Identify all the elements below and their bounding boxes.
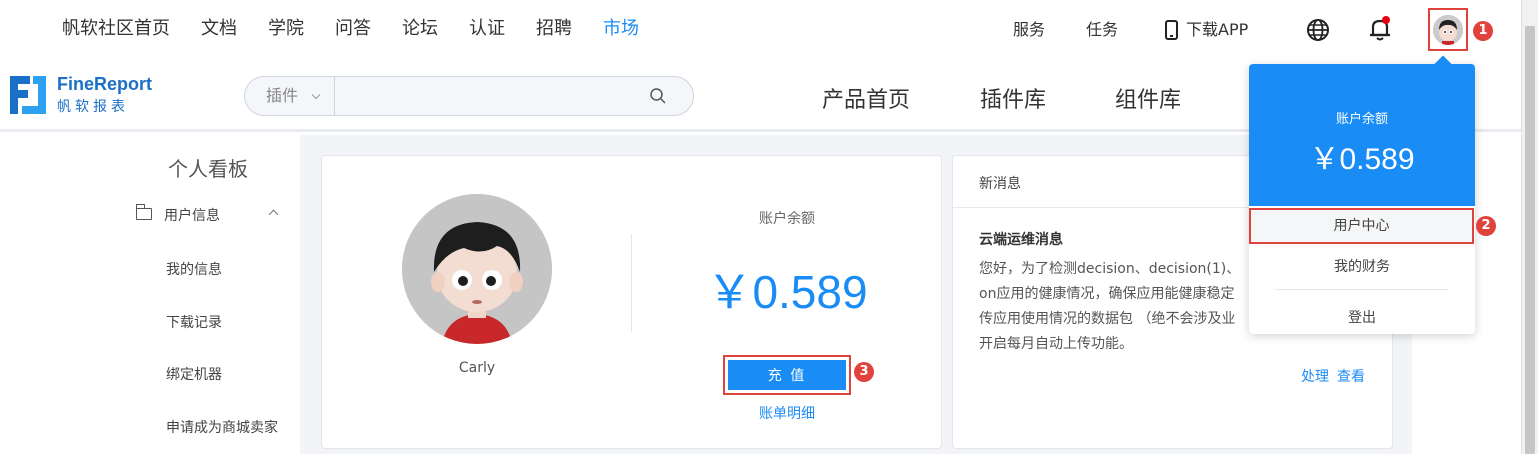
message-title: 云端运维消息 (979, 232, 1063, 248)
recharge-highlight: 充 值 (723, 355, 851, 395)
recharge-button[interactable]: 充 值 (728, 360, 846, 390)
profile-card: Carly 账户余额 ￥0.589 充 值 3 账单明细 (321, 155, 942, 449)
sidebar: 个人看板 用户信息 我的信息 下载记录 绑定机器 申请成为商城卖家 (0, 135, 300, 454)
dropdown-balance-panel: 账户余额 ￥0.589 (1249, 64, 1475, 206)
nav-item-market[interactable]: 市场 (603, 16, 639, 42)
nav-item-services[interactable]: 服务 (1013, 16, 1045, 42)
logo-name-cn: 帆软报表 (57, 99, 129, 115)
dropdown-balance-value: ￥0.589 (1309, 143, 1415, 176)
top-nav-menu: 帆软社区首页 文档 学院 问答 论坛 认证 招聘 市场 (62, 16, 670, 42)
subnav-component-library[interactable]: 组件库 (1115, 82, 1181, 114)
message-line: 开启每月自动上传功能。 (979, 336, 1133, 352)
user-dropdown-menu: 账户余额 ￥0.589 我的财务 登出 (1249, 64, 1475, 334)
top-navigation-bar: 帆软社区首页 文档 学院 问答 论坛 认证 招聘 市场 服务 任务 下载APP (0, 0, 1538, 58)
nav-item-certification[interactable]: 认证 (469, 16, 505, 42)
avatar (1433, 14, 1463, 45)
finereport-logo-icon (10, 76, 46, 114)
nav-item-docs[interactable]: 文档 (201, 16, 237, 42)
sidebar-item-my-info[interactable]: 我的信息 (166, 259, 222, 279)
chevron-up-icon (268, 209, 279, 220)
folder-icon (135, 204, 152, 220)
chevron-down-icon (311, 90, 321, 100)
step-marker-1: 1 (1473, 21, 1493, 41)
nav-item-forum[interactable]: 论坛 (402, 16, 438, 42)
messages-header-title: 新消息 (979, 176, 1021, 192)
sidebar-item-downloads[interactable]: 下载记录 (166, 312, 222, 332)
message-actions: 处理 查看 (1301, 366, 1373, 386)
bill-details-link[interactable]: 账单明细 (632, 403, 942, 423)
search-bar: 插件 (244, 76, 694, 116)
nav-item-qa[interactable]: 问答 (335, 16, 371, 42)
sidebar-group-label: 用户信息 (164, 208, 220, 224)
finereport-logo[interactable]: FineReport 帆软报表 (8, 74, 158, 118)
balance-value: ￥0.589 (706, 266, 868, 318)
view-link[interactable]: 查看 (1337, 369, 1365, 385)
notification-dot (1382, 16, 1390, 24)
nav-item-tasks[interactable]: 任务 (1086, 16, 1118, 42)
download-app-link[interactable]: 下载APP (1186, 16, 1248, 42)
search-category-select[interactable]: 插件 (245, 77, 335, 115)
divider (1275, 289, 1449, 290)
globe-icon[interactable] (1306, 18, 1330, 42)
phone-icon (1165, 20, 1178, 40)
user-avatar-button[interactable] (1428, 8, 1468, 51)
avatar (402, 194, 552, 344)
subnav-product-home[interactable]: 产品首页 (822, 82, 910, 114)
sidebar-group-user-info[interactable]: 用户信息 (135, 204, 286, 225)
step-marker-3: 3 (854, 362, 874, 382)
scrollbar-thumb[interactable] (1525, 26, 1535, 454)
dropdown-balance-label: 账户余额 (1335, 112, 1388, 127)
search-icon[interactable] (649, 87, 667, 105)
bell-icon[interactable] (1368, 16, 1392, 42)
balance-label: 账户余额 (759, 211, 815, 227)
menu-item-my-finance[interactable]: 我的财务 (1249, 256, 1475, 276)
search-input[interactable] (337, 78, 637, 114)
nav-item-academy[interactable]: 学院 (268, 16, 304, 42)
sidebar-item-bind-machine[interactable]: 绑定机器 (166, 364, 222, 384)
profile-username: Carly (458, 360, 496, 376)
menu-item-logout[interactable]: 登出 (1249, 307, 1475, 327)
scrollbar[interactable] (1521, 0, 1538, 454)
handle-link[interactable]: 处理 (1301, 369, 1329, 385)
logo-name-en: FineReport (57, 74, 153, 94)
subnav-plugin-library[interactable]: 插件库 (980, 82, 1046, 114)
sidebar-item-become-seller[interactable]: 申请成为商城卖家 (166, 417, 278, 437)
menu-item-user-center-label: 用户中心 (1333, 218, 1390, 234)
search-category-label: 插件 (266, 86, 299, 105)
nav-item-community-home[interactable]: 帆软社区首页 (62, 16, 170, 42)
menu-item-user-center[interactable]: 用户中心 (1249, 208, 1474, 244)
sidebar-title: 个人看板 (168, 157, 248, 181)
nav-item-recruitment[interactable]: 招聘 (536, 16, 572, 42)
step-marker-2: 2 (1476, 216, 1496, 236)
